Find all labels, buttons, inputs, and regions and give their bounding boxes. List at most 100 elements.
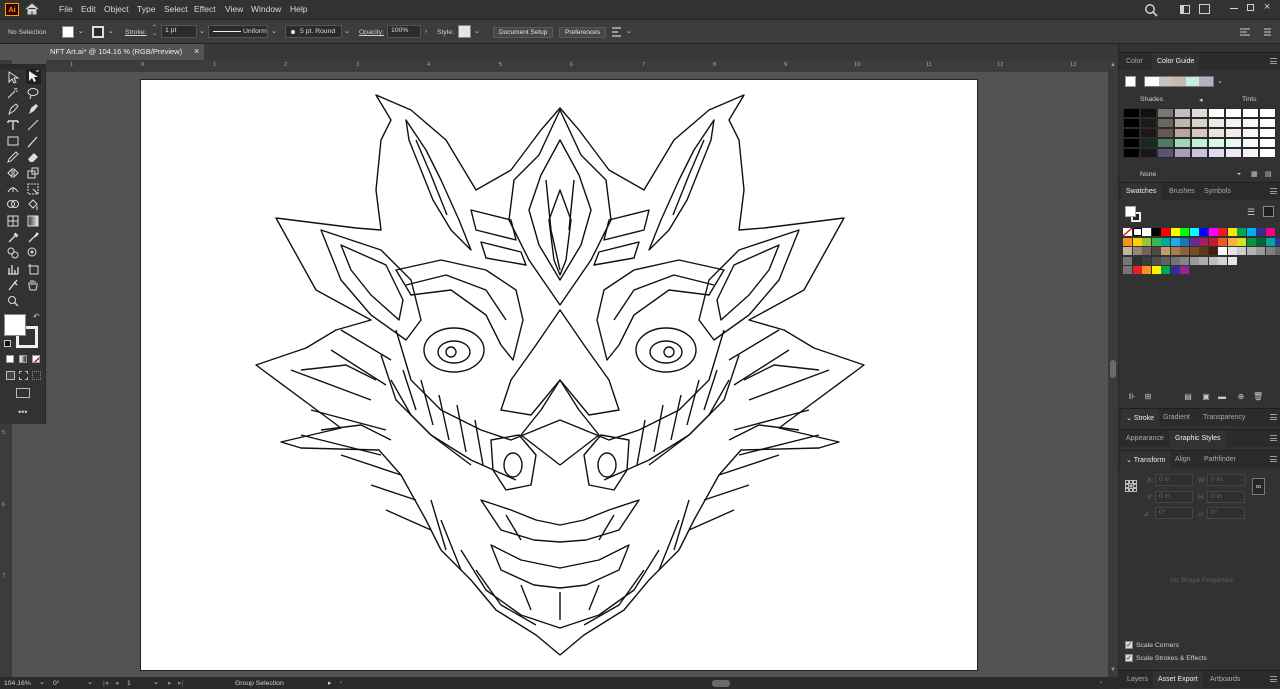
angle-field[interactable]: 0° (1155, 507, 1193, 519)
scale-tool-icon[interactable] (26, 166, 40, 180)
color-swatch[interactable] (1237, 237, 1246, 246)
harmony-chevron-icon[interactable]: ⌄ (1217, 77, 1223, 85)
color-guide-swatch[interactable] (1157, 138, 1174, 148)
color-swatch[interactable] (1170, 247, 1180, 255)
color-swatch[interactable] (1199, 247, 1208, 255)
color-swatch[interactable] (1227, 228, 1237, 236)
color-swatch[interactable] (1151, 237, 1161, 246)
draw-behind-icon[interactable] (19, 371, 28, 380)
color-swatch[interactable] (1189, 256, 1199, 265)
document-setup-button[interactable]: Document Setup (493, 27, 554, 38)
color-guide-swatch[interactable] (1208, 138, 1225, 148)
constrain-proportions-icon[interactable]: ∞ (1252, 478, 1265, 495)
opacity-arrow-icon[interactable]: › (425, 28, 427, 35)
type-tool-icon[interactable] (6, 118, 20, 132)
color-guide-swatch[interactable] (1208, 148, 1225, 158)
tab-color-guide[interactable]: Color Guide (1152, 53, 1200, 71)
vertical-scrollbar[interactable]: ▲ ▼ (1108, 60, 1118, 677)
horizontal-ruler[interactable]: 1 0 1 2 3 4 5 6 7 8 9 10 11 12 13 (46, 60, 1108, 73)
color-swatch[interactable] (1189, 228, 1199, 236)
color-guide-swatch[interactable] (1123, 128, 1140, 138)
color-swatch[interactable] (1237, 247, 1246, 255)
grid-view-icon[interactable] (1263, 206, 1274, 217)
swatch-options-icon[interactable]: ▤ (1183, 392, 1193, 402)
panel-menu-icon[interactable] (1270, 414, 1277, 420)
draw-normal-icon[interactable] (6, 371, 15, 380)
tab-stroke[interactable]: ⌄ Stroke (1121, 409, 1160, 427)
lasso-tool-icon[interactable] (26, 86, 40, 100)
collapse-chevron-icon[interactable]: ⌄ (1126, 457, 1132, 464)
color-swatch[interactable] (1170, 228, 1180, 236)
collapse-chevron-icon[interactable]: ⌄ (1126, 415, 1132, 422)
stroke-dropdown-chevron-icon[interactable]: ⌄ (108, 27, 114, 35)
color-swatch[interactable] (1161, 237, 1170, 246)
status-arrow-icon[interactable]: ▸ (328, 679, 331, 687)
color-guide-swatch[interactable] (1174, 148, 1191, 158)
color-guide-swatch[interactable] (1174, 128, 1191, 138)
edit-toolbar-icon[interactable]: ••• (18, 407, 27, 417)
scroll-right-arrow-icon[interactable]: › (1100, 679, 1102, 686)
variable-width-profile[interactable]: Uniform (208, 25, 268, 38)
color-guide-swatch[interactable] (1140, 138, 1157, 148)
color-guide-swatch[interactable] (1242, 138, 1259, 148)
color-swatch[interactable] (1246, 247, 1256, 255)
color-swatch[interactable] (1208, 247, 1218, 255)
color-swatch[interactable] (1151, 228, 1161, 236)
color-swatch[interactable] (1123, 237, 1132, 246)
color-swatch[interactable] (1227, 247, 1237, 255)
minimize-icon[interactable] (1230, 8, 1238, 9)
horizontal-scroll-thumb[interactable] (712, 680, 730, 687)
vertical-scroll-thumb[interactable] (1110, 360, 1116, 378)
color-guide-swatch[interactable] (1225, 118, 1242, 128)
color-swatch[interactable] (1142, 228, 1151, 236)
color-guide-swatch[interactable] (1259, 108, 1276, 118)
line-segment-tool-icon[interactable] (26, 118, 40, 132)
canvas-area[interactable] (13, 73, 1108, 677)
color-swatch[interactable] (1275, 237, 1280, 246)
panel-menu-icon[interactable] (1270, 188, 1277, 194)
new-swatch-icon[interactable]: ⊕ (1236, 392, 1246, 402)
delete-swatch-icon[interactable]: 🗑 (1253, 392, 1263, 402)
color-swatch[interactable] (1132, 247, 1142, 255)
swatch-grid[interactable] (1123, 228, 1280, 288)
arrange-documents-icon[interactable] (1199, 4, 1210, 14)
color-swatch[interactable] (1161, 256, 1170, 265)
pen-tool-icon[interactable] (6, 102, 20, 116)
color-swatch[interactable] (1208, 228, 1218, 236)
color-guide-swatch[interactable] (1157, 108, 1174, 118)
color-guide-swatch[interactable] (1242, 118, 1259, 128)
color-guide-grid[interactable] (1123, 108, 1277, 160)
magnifying-glass-symbol-icon[interactable] (26, 246, 40, 260)
scale-corners-checkbox[interactable]: ✓ (1125, 641, 1133, 649)
pencil-tool-icon[interactable] (6, 150, 20, 164)
brush-definition[interactable]: 5 pt. Round (285, 25, 342, 38)
color-guide-swatch[interactable] (1259, 138, 1276, 148)
gradient-tool-icon[interactable] (26, 214, 40, 228)
fill-color-swatch[interactable] (62, 26, 74, 38)
magic-wand-tool-icon[interactable] (6, 86, 20, 100)
color-swatch[interactable] (1170, 256, 1180, 265)
color-guide-swatch[interactable] (1242, 148, 1259, 158)
color-guide-swatch[interactable] (1140, 128, 1157, 138)
color-swatch[interactable] (1180, 256, 1189, 265)
color-swatch[interactable] (1151, 256, 1161, 265)
width-tool-icon[interactable] (6, 182, 20, 196)
color-swatch[interactable] (1208, 237, 1218, 246)
menu-effect[interactable]: Effect (194, 4, 216, 14)
color-guide-swatch[interactable] (1140, 118, 1157, 128)
gradient-mode-icon[interactable] (19, 355, 27, 363)
eyedropper-tool-icon[interactable] (6, 230, 20, 244)
color-swatch[interactable] (1142, 237, 1151, 246)
color-mode-icon[interactable] (6, 355, 14, 363)
direct-selection-tool-icon[interactable] (26, 69, 41, 84)
swatch-libraries-icon[interactable]: ⊪ (1127, 392, 1137, 402)
live-paint-bucket-icon[interactable] (26, 198, 40, 212)
limit-colors-icon[interactable]: ◒ (1237, 170, 1241, 177)
color-swatch[interactable] (1227, 237, 1237, 246)
x-field[interactable]: 0 in (1155, 474, 1193, 486)
perspective-grid-tool-icon[interactable] (6, 214, 20, 228)
rotation-value[interactable]: 0° (53, 680, 60, 687)
document-tab[interactable]: NFT Art.ai* @ 104.16 % (RGB/Preview) × (46, 44, 204, 60)
preferences-button[interactable]: Preferences (559, 27, 607, 38)
menu-type[interactable]: Type (137, 4, 155, 14)
